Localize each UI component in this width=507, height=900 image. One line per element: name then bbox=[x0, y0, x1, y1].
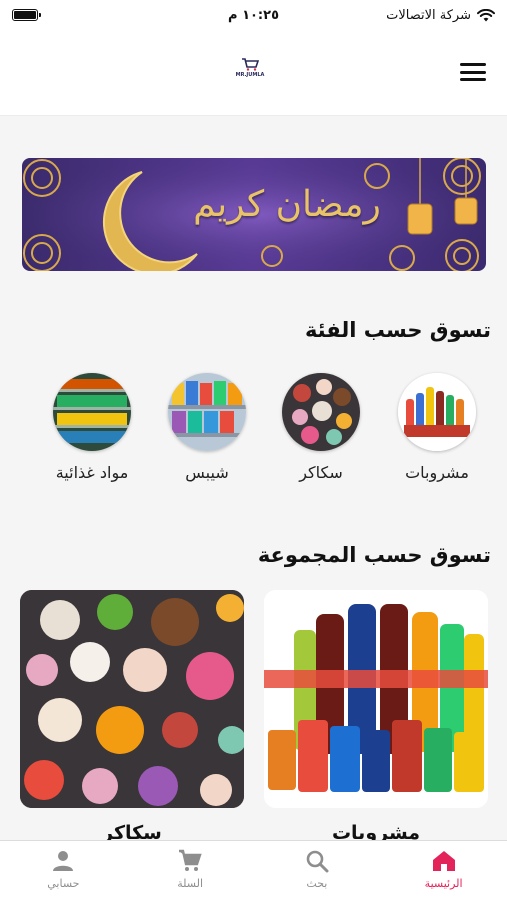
banner-text: رمضان كريم bbox=[193, 184, 381, 225]
app-header: MR.JUMLA bbox=[0, 30, 507, 116]
category-label: مشروبات bbox=[405, 463, 469, 482]
group-card-drinks[interactable] bbox=[264, 590, 488, 808]
wifi-icon bbox=[477, 8, 495, 21]
user-icon bbox=[53, 851, 74, 871]
category-candy[interactable]: سكاكر bbox=[261, 373, 381, 482]
candy-image bbox=[282, 373, 360, 451]
category-groceries[interactable]: مواد غذائية bbox=[32, 373, 152, 482]
tab-search[interactable]: بحث bbox=[254, 841, 381, 900]
drinks-image bbox=[264, 590, 488, 808]
category-chips[interactable]: شيبس bbox=[147, 373, 267, 482]
category-drinks[interactable]: مشروبات bbox=[377, 373, 497, 482]
status-left bbox=[12, 9, 41, 21]
carrier-label: شركة الاتصالات bbox=[386, 7, 471, 23]
category-label: شيبس bbox=[185, 463, 229, 482]
app-logo[interactable]: MR.JUMLA bbox=[230, 58, 270, 84]
groceries-image bbox=[53, 373, 131, 451]
logo-text: MR.JUMLA bbox=[235, 72, 265, 78]
battery-icon bbox=[12, 9, 41, 21]
menu-bar bbox=[460, 63, 486, 66]
menu-bar bbox=[460, 70, 486, 74]
tab-account[interactable]: حسابي bbox=[0, 841, 127, 900]
candy-image bbox=[20, 590, 244, 808]
ramadan-banner[interactable]: رمضان كريم bbox=[22, 158, 486, 271]
drinks-image bbox=[398, 373, 476, 451]
status-right: شركة الاتصالات bbox=[386, 8, 495, 23]
group-label-drinks: مشروبات bbox=[331, 822, 421, 840]
group-card-candy[interactable] bbox=[20, 590, 244, 808]
cart-icon bbox=[179, 849, 202, 871]
tab-label: الرئيسية bbox=[424, 877, 463, 890]
tab-label: السلة bbox=[177, 877, 203, 890]
tab-cart[interactable]: السلة bbox=[127, 841, 254, 900]
tab-home[interactable]: الرئيسية bbox=[380, 841, 507, 900]
category-list: مشروبات سكاكر شيبس مواد غذائية bbox=[0, 373, 507, 493]
bottom-tab-bar: حسابي السلة بحث الرئيسية bbox=[0, 840, 507, 900]
home-icon bbox=[432, 851, 455, 871]
cart-logo-icon bbox=[242, 58, 259, 71]
chips-image bbox=[168, 373, 246, 451]
search-icon bbox=[306, 850, 329, 873]
tab-label: بحث bbox=[306, 877, 328, 890]
group-label-candy: سكاكر bbox=[102, 822, 162, 840]
status-bar: ١٠:٢٥ م شركة الاتصالات bbox=[0, 0, 507, 30]
category-label: سكاكر bbox=[299, 463, 343, 482]
menu-bar bbox=[460, 78, 486, 81]
category-label: مواد غذائية bbox=[55, 463, 129, 482]
tab-label: حسابي bbox=[47, 877, 80, 890]
groups-title: تسوق حسب المجموعة bbox=[257, 543, 491, 567]
categories-title: تسوق حسب الفئة bbox=[304, 318, 491, 342]
menu-button[interactable] bbox=[458, 60, 488, 84]
